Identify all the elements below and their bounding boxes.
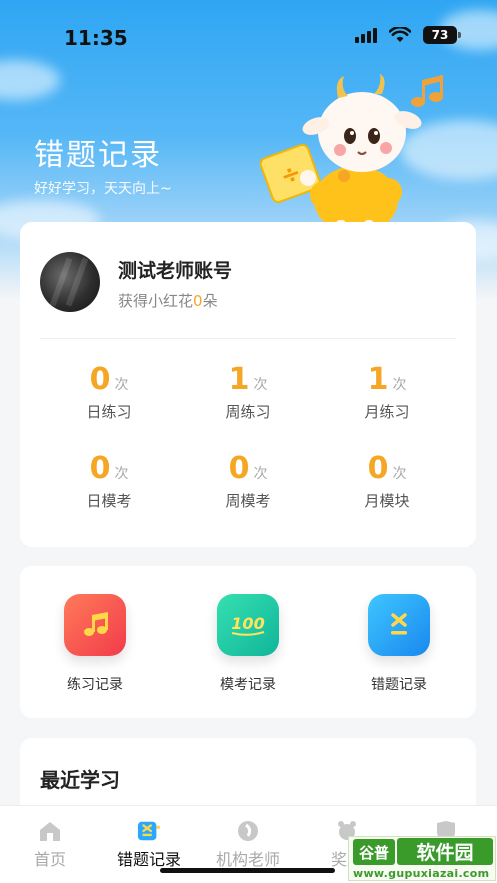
wifi-icon (389, 27, 411, 42)
status-icons: 73 (355, 26, 461, 44)
tab-label: 机构老师 (215, 850, 280, 869)
stat-label: 日练习 (86, 403, 132, 421)
page-subtitle: 好好学习，天天向上~ (34, 181, 172, 197)
stat-unit: 次 (114, 377, 129, 393)
stat-weekly-mock: 0次 周模考 (173, 451, 323, 511)
profile-card: 测试老师账号 获得小红花0朵 0次 日练习 1次 周练习 1次 月练习 0次 日… (20, 222, 476, 547)
watermark-url: www.gupuxiazai.com (353, 867, 490, 880)
status-bar: 11:35 73 (0, 0, 497, 72)
home-indicator (160, 868, 335, 873)
stat-label: 月模块 (364, 492, 410, 510)
stat-label: 月练习 (364, 403, 410, 421)
stat-value: 1 (228, 362, 250, 397)
watermark-logo-mark: 谷普 (353, 839, 395, 865)
stat-unit: 次 (253, 466, 268, 482)
svg-text:100: 100 (231, 614, 264, 633)
tab-home[interactable]: 首页 (0, 820, 100, 870)
tool-label: 模考记录 (220, 677, 276, 693)
stat-label: 周练习 (225, 403, 271, 421)
stat-unit: 次 (392, 466, 407, 482)
battery-icon: 73 (423, 26, 461, 44)
watermark-name: 软件园 (397, 838, 493, 865)
tool-label: 练习记录 (67, 677, 123, 693)
wrong-question-record-button[interactable]: 错题记录 (324, 594, 474, 694)
tab-label: 首页 (33, 850, 66, 869)
stat-unit: 次 (392, 377, 407, 393)
practice-record-button[interactable]: 练习记录 (20, 594, 170, 694)
tab-teachers[interactable]: 机构老师 (198, 820, 298, 870)
wrong-question-icon (137, 820, 161, 842)
score-100-icon: 100 (217, 594, 279, 656)
flower-count-line: 获得小红花0朵 (118, 290, 218, 311)
stat-unit: 次 (253, 377, 268, 393)
tab-label: 错题记录 (116, 850, 181, 869)
stat-value: 0 (228, 451, 250, 486)
stat-daily-mock: 0次 日模考 (34, 451, 184, 511)
watermark-logo: 谷普 软件园 www.gupuxiazai.com (348, 836, 496, 881)
multiply-icon (368, 594, 430, 656)
stat-unit: 次 (114, 466, 129, 482)
music-note-icon (64, 594, 126, 656)
stat-label: 周模考 (225, 492, 271, 510)
cellular-signal-icon (355, 27, 377, 43)
page-title: 错题记录 (34, 138, 162, 173)
stat-weekly-practice: 1次 周练习 (173, 362, 323, 422)
stat-value: 0 (89, 451, 111, 486)
flower-count: 0 (193, 292, 203, 310)
teacher-icon (236, 820, 260, 842)
flower-prefix: 获得小红花 (118, 292, 194, 310)
home-icon (38, 820, 62, 842)
divider (40, 338, 456, 339)
status-time: 11:35 (64, 26, 128, 50)
stat-value: 0 (367, 451, 389, 486)
stat-monthly-mock: 0次 月模块 (312, 451, 462, 511)
stat-value: 1 (367, 362, 389, 397)
tool-label: 错题记录 (371, 677, 427, 693)
mock-exam-record-button[interactable]: 100 模考记录 (173, 594, 323, 694)
stat-daily-practice: 0次 日练习 (34, 362, 184, 422)
recent-study-title: 最近学习 (40, 768, 120, 792)
records-menu-card: 练习记录 100 模考记录 错题记录 (20, 566, 476, 718)
stat-value: 0 (89, 362, 111, 397)
user-name: 测试老师账号 (118, 260, 233, 282)
stat-monthly-practice: 1次 月练习 (312, 362, 462, 422)
flower-suffix: 朵 (202, 292, 218, 310)
avatar[interactable] (40, 252, 100, 312)
tab-wrong-questions[interactable]: 错题记录 (99, 820, 199, 870)
stat-label: 日模考 (86, 492, 132, 510)
